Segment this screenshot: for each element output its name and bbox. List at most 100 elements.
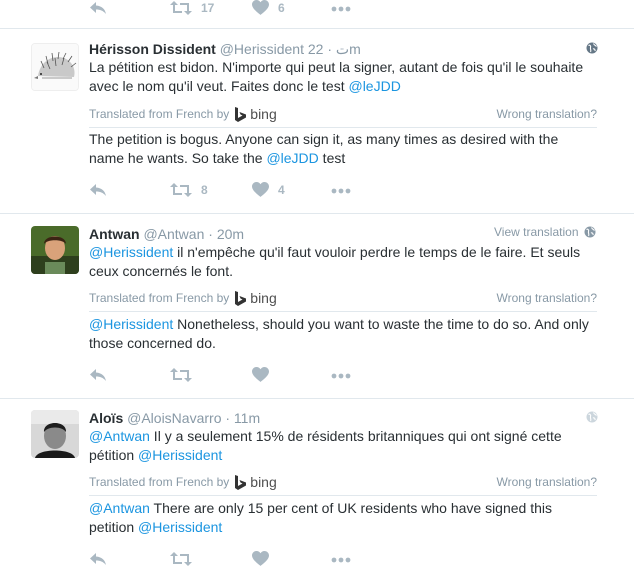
reply-icon bbox=[90, 184, 106, 196]
tweet-header: Hérisson Dissident @Herissident ت · 22m bbox=[89, 40, 361, 58]
like-button[interactable]: 6 bbox=[252, 0, 285, 15]
translation-divider bbox=[89, 127, 597, 128]
tweet-text-body: La pétition est bidon. N'importe qui peu… bbox=[89, 59, 584, 94]
tweet-actions: 8 4 bbox=[0, 182, 634, 202]
bing-label: bing bbox=[250, 106, 277, 122]
retweet-icon bbox=[170, 552, 192, 566]
more-button[interactable] bbox=[331, 6, 351, 12]
view-translation-link[interactable]: View translation bbox=[494, 225, 596, 239]
like-count: 4 bbox=[278, 182, 285, 197]
globe-icon[interactable] bbox=[586, 411, 598, 423]
user-handle[interactable]: @Antwan bbox=[143, 226, 204, 242]
more-button[interactable] bbox=[331, 373, 351, 379]
tweet-header: Aloïs @AloisNavarro · 11m bbox=[89, 409, 260, 427]
mention-link[interactable]: @Antwan bbox=[89, 500, 150, 516]
retweet-button[interactable]: 17 bbox=[170, 0, 214, 16]
avatar[interactable] bbox=[31, 226, 79, 274]
more-dots-icon bbox=[331, 373, 351, 379]
reply-icon bbox=[90, 2, 106, 14]
tweet-timestamp[interactable]: · 20m bbox=[208, 226, 244, 242]
bing-logo[interactable]: bing bbox=[235, 290, 277, 306]
bing-icon bbox=[235, 290, 247, 306]
user-handle[interactable]: @Herissident bbox=[220, 41, 304, 57]
mention-link[interactable]: @Herissident bbox=[89, 244, 173, 260]
reply-button[interactable] bbox=[89, 367, 107, 383]
retweet-icon bbox=[170, 368, 192, 382]
bing-logo[interactable]: bing bbox=[235, 474, 277, 490]
reply-button[interactable] bbox=[89, 551, 107, 567]
like-button[interactable] bbox=[252, 367, 269, 382]
more-dots-icon bbox=[331, 557, 351, 563]
wrong-translation-link[interactable]: Wrong translation? bbox=[497, 291, 598, 305]
bing-logo[interactable]: bing bbox=[235, 106, 277, 122]
heart-icon bbox=[252, 182, 269, 197]
bing-label: bing bbox=[250, 290, 277, 306]
tweet-timestamp[interactable]: · 11m bbox=[225, 410, 260, 426]
reply-icon bbox=[90, 369, 106, 381]
reply-icon bbox=[90, 553, 106, 565]
wrong-translation-link[interactable]: Wrong translation? bbox=[497, 475, 598, 489]
avatar[interactable] bbox=[31, 410, 79, 458]
retweet-count: 8 bbox=[201, 183, 208, 197]
view-translation-label: View translation bbox=[494, 225, 579, 239]
translation-attribution: Translated from French by bing Wrong tra… bbox=[89, 289, 597, 307]
top-tweet-actions: 17 6 bbox=[0, 0, 634, 20]
translation-divider bbox=[89, 495, 597, 496]
heart-icon bbox=[252, 0, 269, 15]
more-button[interactable] bbox=[331, 188, 351, 194]
user-fullname[interactable]: Hérisson Dissident bbox=[89, 41, 216, 57]
like-button[interactable] bbox=[252, 551, 269, 566]
mention-link[interactable]: @Herissident bbox=[138, 519, 222, 535]
like-button[interactable]: 4 bbox=[252, 182, 285, 197]
bing-icon bbox=[235, 106, 247, 122]
translation-attribution: Translated from French by bing Wrong tra… bbox=[89, 473, 597, 491]
mention-link[interactable]: @Antwan bbox=[89, 428, 150, 444]
more-dots-icon bbox=[331, 188, 351, 194]
reply-button[interactable] bbox=[89, 0, 107, 16]
heart-icon bbox=[252, 367, 269, 382]
tweet-header: Antwan @Antwan · 20m bbox=[89, 225, 244, 243]
globe-icon[interactable] bbox=[586, 42, 598, 54]
translated-text: @Antwan There are only 15 per cent of UK… bbox=[89, 499, 589, 537]
translated-from-label: Translated from French by bbox=[89, 475, 230, 489]
user-handle[interactable]: @AloisNavarro bbox=[127, 410, 221, 426]
mention-link[interactable]: @leJDD bbox=[266, 150, 318, 166]
wrong-translation-link[interactable]: Wrong translation? bbox=[497, 107, 598, 121]
mention-link[interactable]: @leJDD bbox=[348, 78, 400, 94]
tweet-text: La pétition est bidon. N'importe qui peu… bbox=[89, 58, 604, 96]
bing-label: bing bbox=[250, 474, 277, 490]
heart-icon bbox=[252, 551, 269, 566]
user-fullname[interactable]: Antwan bbox=[89, 226, 140, 242]
retweet-icon bbox=[170, 1, 192, 15]
more-dots-icon bbox=[331, 6, 351, 12]
retweet-icon bbox=[170, 183, 192, 197]
mention-link[interactable]: @Herissident bbox=[138, 447, 222, 463]
tweet-antwan: Antwan @Antwan · 20m View translation @H… bbox=[0, 214, 634, 398]
more-button[interactable] bbox=[331, 557, 351, 563]
retweet-button[interactable] bbox=[170, 551, 192, 567]
retweet-count: 17 bbox=[201, 1, 215, 15]
like-count: 6 bbox=[278, 0, 285, 15]
translated-text: The petition is bogus. Anyone can sign i… bbox=[89, 130, 589, 168]
tweet-alois: Aloïs @AloisNavarro · 11m @Antwan Il y a… bbox=[0, 399, 634, 579]
tweet-timestamp[interactable]: · 22m bbox=[308, 41, 361, 57]
translated-from-label: Translated from French by bbox=[89, 107, 230, 121]
reply-button[interactable] bbox=[89, 182, 107, 198]
tweet-actions bbox=[0, 551, 634, 571]
translation-attribution: Translated from French by bing Wrong tra… bbox=[89, 105, 597, 123]
tweet-text: @Herissident il n'empêche qu'il faut vou… bbox=[89, 243, 609, 281]
alois-avatar-image bbox=[31, 410, 79, 458]
retweet-button[interactable] bbox=[170, 367, 192, 383]
retweet-button[interactable]: 8 bbox=[170, 182, 208, 198]
antwan-avatar-image bbox=[31, 226, 79, 274]
tweet-herisson: Hérisson Dissident @Herissident ت · 22m … bbox=[0, 29, 634, 213]
translated-from-label: Translated from French by bbox=[89, 291, 230, 305]
tweet-text: @Antwan Il y a seulement 15% de résident… bbox=[89, 427, 589, 465]
avatar[interactable] bbox=[31, 43, 79, 91]
translated-text: @Herissident Nonetheless, should you wan… bbox=[89, 315, 589, 353]
user-fullname[interactable]: Aloïs bbox=[89, 410, 123, 426]
hedgehog-avatar-image bbox=[32, 44, 78, 90]
mention-link[interactable]: @Herissident bbox=[89, 316, 173, 332]
translation-divider bbox=[89, 311, 597, 312]
tweet-actions bbox=[0, 367, 634, 387]
